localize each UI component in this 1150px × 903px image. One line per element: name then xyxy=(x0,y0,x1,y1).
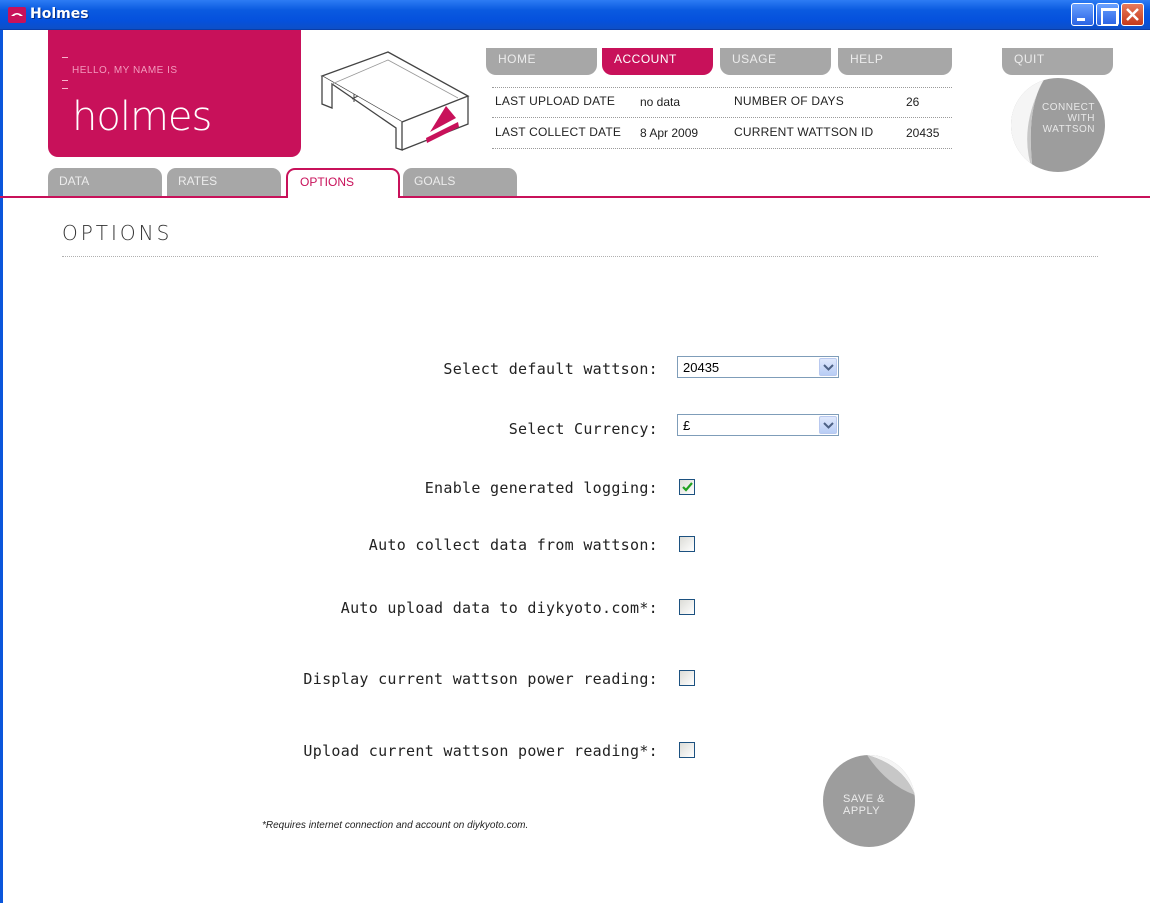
save-apply-button[interactable]: SAVE & APPLY xyxy=(823,755,915,847)
account-info-table: LAST UPLOAD DATE no data NUMBER OF DAYS … xyxy=(492,84,952,150)
subtab-data[interactable]: DATA xyxy=(48,168,162,196)
last-collect-label: LAST COLLECT DATE xyxy=(495,125,622,139)
subtab-rates[interactable]: RATES xyxy=(167,168,281,196)
page-title: OPTIONS xyxy=(62,221,173,245)
tab-underline xyxy=(0,196,1150,198)
wattson-id-label: CURRENT WATTSON ID xyxy=(734,125,874,139)
nav-tab-label: QUIT xyxy=(1014,52,1045,66)
save-button-label: SAVE & APPLY xyxy=(843,793,885,817)
divider xyxy=(492,148,952,149)
auto-upload-label: Auto upload data to diykyoto.com*: xyxy=(340,599,658,617)
subtab-label: RATES xyxy=(178,174,218,188)
page-curl-icon xyxy=(867,755,915,795)
divider xyxy=(492,87,952,88)
subtab-label: GOALS xyxy=(414,174,456,188)
nav-tab-label: HOME xyxy=(498,52,536,66)
divider xyxy=(62,57,68,58)
auto-upload-checkbox[interactable] xyxy=(679,599,695,615)
window-titlebar: Holmes xyxy=(0,0,1150,30)
number-of-days-value: 26 xyxy=(906,95,920,109)
close-icon xyxy=(1126,8,1139,21)
checkmark-icon xyxy=(682,482,693,492)
divider xyxy=(62,80,68,81)
nav-tab-account[interactable]: ACCOUNT xyxy=(602,48,713,75)
default-wattson-label: Select default wattson: xyxy=(443,360,658,378)
nav-tab-quit[interactable]: QUIT xyxy=(1002,48,1113,75)
last-collect-value: 8 Apr 2009 xyxy=(640,126,699,140)
dropdown-button[interactable] xyxy=(819,358,837,376)
maximize-button[interactable] xyxy=(1096,3,1119,26)
display-power-checkbox[interactable] xyxy=(679,670,695,686)
wattson-device-icon xyxy=(320,51,470,151)
upload-power-checkbox[interactable] xyxy=(679,742,695,758)
default-wattson-select[interactable]: 20435 xyxy=(677,356,839,378)
display-power-label: Display current wattson power reading: xyxy=(303,670,658,688)
close-button[interactable] xyxy=(1121,3,1144,26)
app-logo-icon xyxy=(8,7,26,23)
last-upload-label: LAST UPLOAD DATE xyxy=(495,94,616,108)
auto-collect-label: Auto collect data from wattson: xyxy=(368,536,658,554)
chevron-down-icon xyxy=(823,422,834,429)
brand-name: holmes xyxy=(72,94,212,140)
currency-label: Select Currency: xyxy=(508,420,658,438)
divider xyxy=(62,256,1098,257)
divider xyxy=(62,88,68,89)
connect-button-label: CONNECT WITH WATTSON xyxy=(1042,102,1095,135)
nav-tab-label: USAGE xyxy=(732,52,777,66)
default-wattson-value: 20435 xyxy=(683,360,720,375)
dropdown-button[interactable] xyxy=(819,416,837,434)
nav-tab-label: HELP xyxy=(850,52,884,66)
subtab-label: DATA xyxy=(59,174,90,188)
nav-tab-help[interactable]: HELP xyxy=(838,48,952,75)
subtab-options[interactable]: OPTIONS xyxy=(286,168,400,198)
footnote: *Requires internet connection and accoun… xyxy=(262,820,529,831)
chevron-down-icon xyxy=(823,364,834,371)
upload-power-label: Upload current wattson power reading*: xyxy=(303,742,658,760)
generated-logging-label: Enable generated logging: xyxy=(424,479,658,497)
last-upload-value: no data xyxy=(640,95,681,109)
currency-value: £ xyxy=(683,418,691,433)
hello-label: HELLO, MY NAME IS xyxy=(72,65,178,76)
auto-collect-checkbox[interactable] xyxy=(679,536,695,552)
window-border xyxy=(0,30,3,903)
minimize-button[interactable] xyxy=(1071,3,1094,26)
wattson-id-value: 20435 xyxy=(906,126,940,140)
window-title: Holmes xyxy=(30,6,89,22)
subtab-goals[interactable]: GOALS xyxy=(403,168,517,196)
name-card: HELLO, MY NAME IS holmes xyxy=(48,30,301,157)
number-of-days-label: NUMBER OF DAYS xyxy=(734,94,844,108)
divider xyxy=(492,117,952,118)
generated-logging-checkbox[interactable] xyxy=(679,479,695,495)
currency-select[interactable]: £ xyxy=(677,414,839,436)
nav-tab-label: ACCOUNT xyxy=(614,52,677,66)
connect-with-wattson-button[interactable]: CONNECT WITH WATTSON xyxy=(1011,78,1105,172)
nav-tab-usage[interactable]: USAGE xyxy=(720,48,831,75)
subtab-label: OPTIONS xyxy=(300,175,355,189)
nav-tab-home[interactable]: HOME xyxy=(486,48,597,75)
